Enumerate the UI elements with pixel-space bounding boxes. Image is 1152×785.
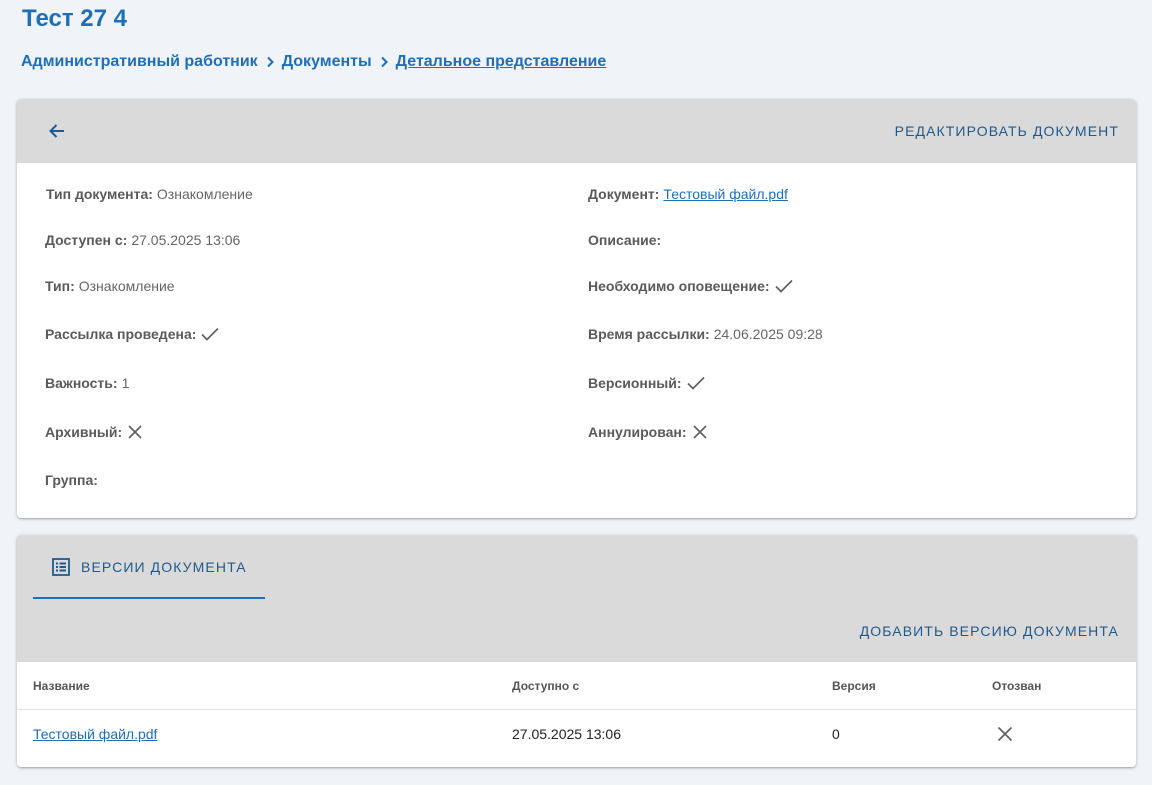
tab-document-versions[interactable]: Версии документа <box>33 535 265 599</box>
version-number: 0 <box>832 726 840 742</box>
add-document-version-button[interactable]: Добавить версию документа <box>860 623 1119 639</box>
document-versions-card: Версии документа Добавить версию докумен… <box>17 535 1136 767</box>
versions-header: Версии документа Добавить версию докумен… <box>17 535 1136 662</box>
document-details-card: Редактировать документ Тип документа: Оз… <box>17 99 1136 518</box>
check-icon <box>201 327 219 341</box>
close-icon <box>692 425 707 439</box>
field-archived: Архивный: <box>45 422 144 442</box>
document-file-link[interactable]: Тестовый файл.pdf <box>663 186 787 202</box>
breadcrumb-item-detail-view[interactable]: Детальное представление <box>396 53 607 71</box>
field-mailing-time: Время рассылки: 24.06.2025 09:28 <box>588 326 823 342</box>
breadcrumb-item-admin[interactable]: Административный работник <box>21 53 258 71</box>
field-importance: Важность: 1 <box>45 375 130 391</box>
details-card-header: Редактировать документ <box>17 99 1136 163</box>
list-icon <box>52 558 70 576</box>
field-document: Документ: Тестовый файл.pdf <box>588 186 788 202</box>
field-group: Группа: <box>45 472 98 488</box>
field-doc-type: Тип документа: Ознакомление <box>46 186 253 202</box>
check-icon <box>686 376 705 390</box>
page-title: Тест 27 4 <box>22 5 127 32</box>
breadcrumb-item-documents[interactable]: Документы <box>282 53 372 71</box>
column-header-version[interactable]: Версия <box>832 662 876 709</box>
column-header-name[interactable]: Название <box>33 662 90 709</box>
close-icon <box>997 726 1013 742</box>
field-notification-required: Необходимо оповещение: <box>588 276 794 296</box>
field-available-from: Доступен с: 27.05.2025 13:06 <box>45 232 241 248</box>
version-available-from: 27.05.2025 13:06 <box>512 726 621 742</box>
version-file-link[interactable]: Тестовый файл.pdf <box>33 726 157 742</box>
versions-table-header: Название Доступно с Версия Отозван <box>17 662 1136 710</box>
column-header-available-from[interactable]: Доступно с <box>512 662 579 709</box>
field-annulled: Аннулирован: <box>588 422 709 442</box>
field-versioned: Версионный: <box>588 373 706 393</box>
field-description: Описание: <box>588 232 662 248</box>
edit-document-button[interactable]: Редактировать документ <box>895 123 1119 139</box>
column-header-revoked[interactable]: Отозван <box>992 662 1041 709</box>
arrow-left-icon <box>49 124 64 138</box>
chevron-right-icon <box>258 56 282 68</box>
tab-active-indicator <box>33 597 265 599</box>
field-type: Тип: Ознакомление <box>45 278 175 294</box>
check-icon <box>774 279 793 293</box>
back-button[interactable] <box>43 117 71 145</box>
table-row: Тестовый файл.pdf 27.05.2025 13:06 0 <box>17 710 1136 758</box>
breadcrumb: Административный работник Документы Дета… <box>21 51 606 73</box>
close-icon <box>128 425 142 439</box>
field-mailing-done: Рассылка проведена: <box>45 324 220 344</box>
chevron-right-icon <box>372 56 396 68</box>
